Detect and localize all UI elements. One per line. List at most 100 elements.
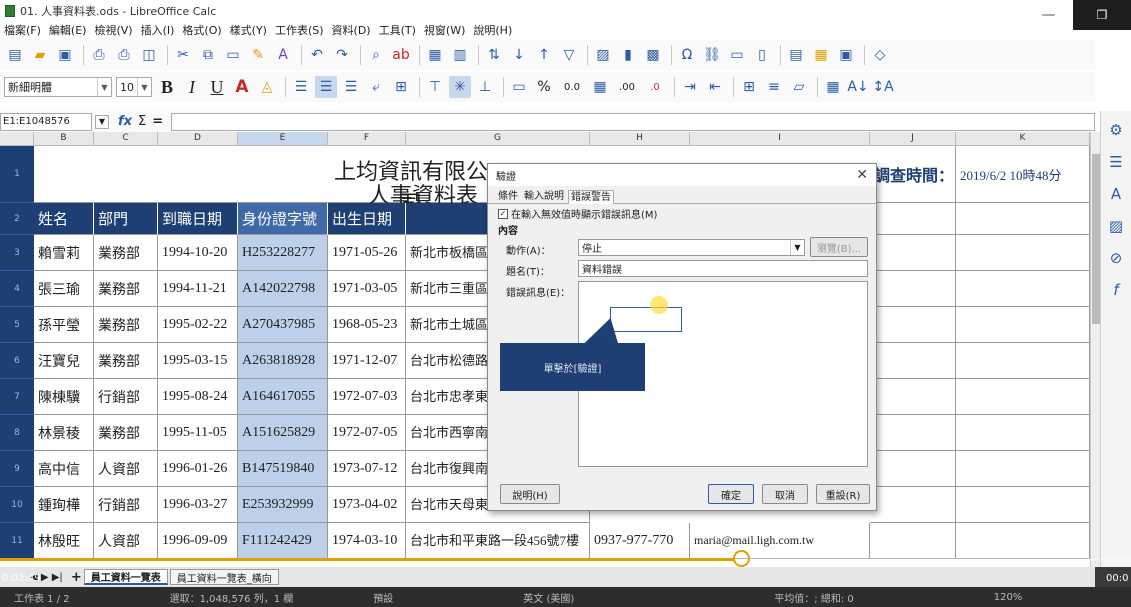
show-draw-functions-icon[interactable]: ◇ (869, 44, 891, 66)
name-box[interactable]: E1:E1048576 ▼ (0, 112, 109, 131)
table-cell-hire[interactable]: 1994-11-21 (158, 271, 238, 307)
title-input[interactable]: 資料錯誤 (578, 260, 868, 277)
header-id-number[interactable]: 身份證字號 (238, 203, 328, 235)
table-cell-dept[interactable]: 業務部 (94, 271, 158, 307)
column-header-f[interactable]: F (328, 132, 406, 146)
table-cell-dept[interactable]: 行銷部 (94, 487, 158, 523)
align-bottom-icon[interactable]: ⊥ (474, 76, 496, 98)
column-header-g[interactable]: G (406, 132, 590, 146)
table-cell[interactable] (956, 415, 1090, 451)
table-cell[interactable] (870, 451, 956, 487)
table-cell[interactable] (870, 271, 956, 307)
table-cell-birth[interactable]: 1971-03-05 (328, 271, 406, 307)
column-header-i[interactable]: I (690, 132, 870, 146)
print-preview-icon[interactable]: ◫ (138, 44, 160, 66)
border-color-icon[interactable]: ▱ (788, 76, 810, 98)
clone-format-icon[interactable]: ✎ (247, 44, 269, 66)
table-cell-id[interactable]: F111242429 (238, 523, 328, 559)
table-cell-name[interactable]: 林殷旺 (34, 523, 94, 559)
spelling-icon[interactable]: ab (390, 44, 412, 66)
special-character-icon[interactable]: Ω (676, 44, 698, 66)
font-size-select[interactable]: 10 ▼ (116, 77, 152, 97)
formula-input[interactable] (171, 112, 1095, 131)
date-format-icon[interactable]: ▦ (589, 76, 611, 98)
column-header-b[interactable]: B (34, 132, 94, 146)
table-cell-dept[interactable]: 業務部 (94, 343, 158, 379)
vertical-text-icon[interactable]: ↕A (872, 76, 894, 98)
row-header[interactable]: 3 (0, 235, 34, 271)
table-cell[interactable] (870, 307, 956, 343)
align-left-icon[interactable]: ☰ (290, 76, 312, 98)
print-icon[interactable]: ⎙ (113, 44, 135, 66)
headers-footers-icon[interactable]: ▯ (751, 44, 773, 66)
table-cell-name[interactable]: 林景稜 (34, 415, 94, 451)
row-header[interactable]: 2 (0, 203, 34, 235)
table-cell[interactable] (870, 415, 956, 451)
table-cell-name[interactable]: 鍾珣樺 (34, 487, 94, 523)
table-cell-name[interactable]: 陳棟驥 (34, 379, 94, 415)
table-cell-id[interactable]: A142022798 (238, 271, 328, 307)
increase-indent-icon[interactable]: ⇥ (679, 76, 701, 98)
row-header[interactable]: 5 (0, 307, 34, 343)
bold-button[interactable]: B (156, 76, 178, 98)
browse-button[interactable]: 瀏覽(B)... (810, 237, 868, 257)
table-cell-birth[interactable]: 1974-03-10 (328, 523, 406, 559)
insert-image-icon[interactable]: ▨ (592, 44, 614, 66)
tab-error-alert[interactable]: 錯誤警告 (568, 190, 614, 204)
show-error-checkbox-row[interactable]: ✓ 在輸入無效值時顯示錯誤訊息(M) (498, 206, 657, 221)
column-header-e[interactable]: E (238, 132, 328, 146)
corner-select-all[interactable] (0, 132, 34, 146)
header-name[interactable]: 姓名 (34, 203, 94, 235)
sort-descending-icon[interactable]: ↑ (533, 44, 555, 66)
query-time-value[interactable]: 2019/6/2 10時48分 (956, 146, 1090, 203)
table-cell-id[interactable]: A151625829 (238, 415, 328, 451)
table-cell-email[interactable]: maria@mail.ligh.com.tw (690, 523, 870, 559)
query-time-label[interactable]: 調查時間： (870, 146, 956, 203)
table-cell-id[interactable]: A263818928 (238, 343, 328, 379)
menu-format[interactable]: 格式(O) (182, 22, 221, 38)
row-header[interactable]: 10 (0, 487, 34, 523)
table-cell-birth[interactable]: 1971-12-07 (328, 343, 406, 379)
functions-icon[interactable]: f (1105, 279, 1127, 301)
table-cell[interactable] (956, 307, 1090, 343)
table-cell[interactable] (870, 487, 956, 523)
row-header[interactable]: 9 (0, 451, 34, 487)
ok-button[interactable]: 確定 (708, 484, 754, 504)
gallery-icon[interactable]: ▨ (1105, 215, 1127, 237)
table-cell-id[interactable]: E253932999 (238, 487, 328, 523)
maximize-button[interactable]: ❐ (1073, 0, 1131, 30)
table-cell-hire[interactable]: 1995-02-22 (158, 307, 238, 343)
table-cell-dept[interactable]: 人資部 (94, 523, 158, 559)
tab-criteria[interactable]: 條件 (496, 190, 520, 204)
menu-sheet[interactable]: 工作表(S) (275, 22, 324, 38)
table-cell-hire[interactable]: 1995-03-15 (158, 343, 238, 379)
header-hire-date[interactable]: 到職日期 (158, 203, 238, 235)
column-header-h[interactable]: H (590, 132, 690, 146)
table-cell[interactable] (956, 203, 1090, 235)
video-progress-bar[interactable] (0, 550, 1131, 567)
menu-edit[interactable]: 編輯(E) (49, 22, 87, 38)
menu-data[interactable]: 資料(D) (332, 22, 371, 38)
column-header-k[interactable]: K (956, 132, 1090, 146)
status-zoom[interactable]: 120% (994, 592, 1023, 603)
currency-format-icon[interactable]: ▭ (508, 76, 530, 98)
table-cell[interactable] (956, 523, 1090, 559)
table-cell[interactable] (956, 487, 1090, 523)
table-cell-name[interactable]: 高中信 (34, 451, 94, 487)
cut-icon[interactable]: ✂ (172, 44, 194, 66)
row-header[interactable]: 4 (0, 271, 34, 307)
paste-icon[interactable]: ▭ (222, 44, 244, 66)
video-progress-knob[interactable] (733, 550, 750, 567)
table-cell-birth[interactable]: 1968-05-23 (328, 307, 406, 343)
pivot-table-icon[interactable]: ▩ (642, 44, 664, 66)
add-decimal-button[interactable]: .00 (614, 76, 640, 98)
menu-file[interactable]: 檔案(F) (4, 22, 41, 38)
table-cell-name[interactable]: 汪寶兒 (34, 343, 94, 379)
font-name-select[interactable]: 新細明體 ▼ (4, 77, 112, 97)
table-cell-dept[interactable]: 行銷部 (94, 379, 158, 415)
table-cell-phone[interactable]: 0937-977-770 (590, 523, 690, 559)
row-header[interactable]: 11 (0, 523, 34, 559)
table-cell-dept[interactable]: 人資部 (94, 451, 158, 487)
table-cell[interactable] (870, 379, 956, 415)
sum-icon[interactable]: Σ (138, 114, 146, 129)
